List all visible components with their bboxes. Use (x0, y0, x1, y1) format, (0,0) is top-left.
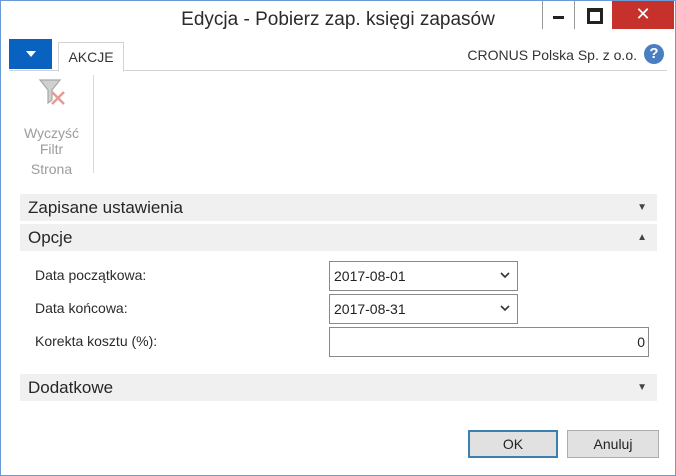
start-date-value: 2017-08-01 (334, 268, 406, 284)
title-bar: Edycja - Pobierz zap. księgi zapasów ✕ (1, 1, 675, 38)
start-date-field[interactable]: 2017-08-01 (329, 261, 518, 291)
app-menu-button[interactable] (9, 39, 52, 69)
ribbon-divider (93, 75, 94, 173)
minimize-icon (553, 16, 564, 19)
close-button[interactable]: ✕ (612, 1, 674, 29)
dropdown-arrow-icon (26, 51, 36, 57)
section-additional[interactable]: Dodatkowe ▼ (20, 374, 657, 401)
tab-akcje[interactable]: AKCJE (58, 42, 124, 72)
maximize-button[interactable] (574, 1, 612, 29)
ribbon-group-label: Strona (30, 161, 73, 177)
section-title: Zapisane ustawienia (28, 198, 183, 217)
ribbon-tabs: AKCJE CRONUS Polska Sp. z o.o. ? (9, 38, 667, 72)
chevron-down-icon (500, 272, 510, 279)
cost-adjustment-label: Korekta kosztu (%): (35, 333, 158, 349)
chevron-down-icon (500, 305, 510, 312)
chevron-down-icon: ▼ (637, 382, 647, 393)
end-date-field[interactable]: 2017-08-31 (329, 294, 518, 324)
help-icon[interactable]: ? (644, 44, 664, 64)
clear-filter-icon (38, 79, 65, 105)
close-icon: ✕ (635, 4, 651, 24)
cancel-button[interactable]: Anuluj (567, 430, 659, 458)
cost-adjustment-field[interactable]: 0 (329, 327, 649, 357)
chevron-up-icon: ▲ (637, 232, 647, 243)
company-name: CRONUS Polska Sp. z o.o. (467, 47, 637, 63)
clear-filter-label-2: Filtr (39, 141, 64, 157)
end-date-value: 2017-08-31 (334, 301, 406, 317)
section-title: Opcje (28, 228, 73, 247)
maximize-icon (587, 8, 603, 24)
clear-filter-label-1: Wyczyść (23, 125, 80, 141)
section-title: Dodatkowe (28, 378, 114, 397)
chevron-down-icon: ▼ (637, 202, 647, 213)
start-date-label: Data początkowa: (35, 267, 147, 283)
dialog-window: Edycja - Pobierz zap. księgi zapasów ✕ A… (0, 0, 676, 476)
section-saved-settings[interactable]: Zapisane ustawienia ▼ (20, 194, 657, 221)
clear-filter-button[interactable]: Wyczyść Filtr (19, 76, 84, 157)
cost-adjustment-value: 0 (637, 334, 645, 350)
end-date-label: Data końcowa: (35, 300, 128, 316)
section-options[interactable]: Opcje ▲ (20, 224, 657, 251)
minimize-button[interactable] (542, 1, 574, 29)
ok-button[interactable]: OK (468, 430, 558, 458)
ribbon-panel: Wyczyść Filtr Strona (9, 71, 667, 181)
